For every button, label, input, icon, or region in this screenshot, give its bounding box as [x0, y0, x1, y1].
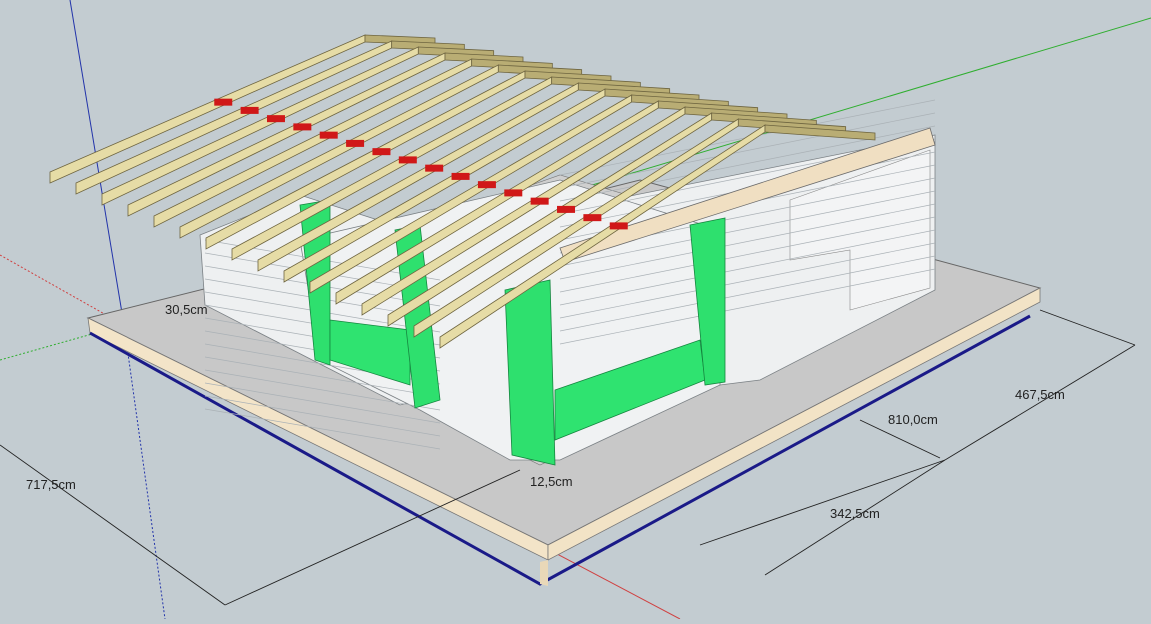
red-block — [346, 139, 365, 147]
red-block — [214, 98, 233, 106]
red-block — [240, 106, 259, 114]
red-block — [319, 131, 338, 139]
model-viewport[interactable]: 717,5cm 810,0cm 467,5cm 342,5cm 30,5cm 1… — [0, 0, 1151, 620]
dimension-label-width[interactable]: 717,5cm — [26, 477, 76, 492]
red-block — [293, 123, 312, 131]
red-block — [372, 148, 391, 156]
red-block — [266, 115, 285, 123]
dimension-label-room[interactable]: 467,5cm — [1015, 387, 1065, 402]
dimension-label-length[interactable]: 810,0cm — [888, 412, 938, 427]
red-block — [477, 181, 496, 189]
dimension-label-offset[interactable]: 12,5cm — [530, 474, 573, 489]
dimension-label-opening[interactable]: 342,5cm — [830, 506, 880, 521]
red-block — [504, 189, 523, 197]
red-block — [557, 205, 576, 213]
red-block — [530, 197, 549, 205]
dimension-label-slab[interactable]: 30,5cm — [165, 302, 208, 317]
blue-axis-dotted — [123, 324, 166, 620]
red-block — [583, 214, 602, 222]
red-block — [398, 156, 417, 164]
red-block — [609, 222, 628, 230]
red-block — [451, 172, 470, 180]
red-block — [425, 164, 444, 172]
